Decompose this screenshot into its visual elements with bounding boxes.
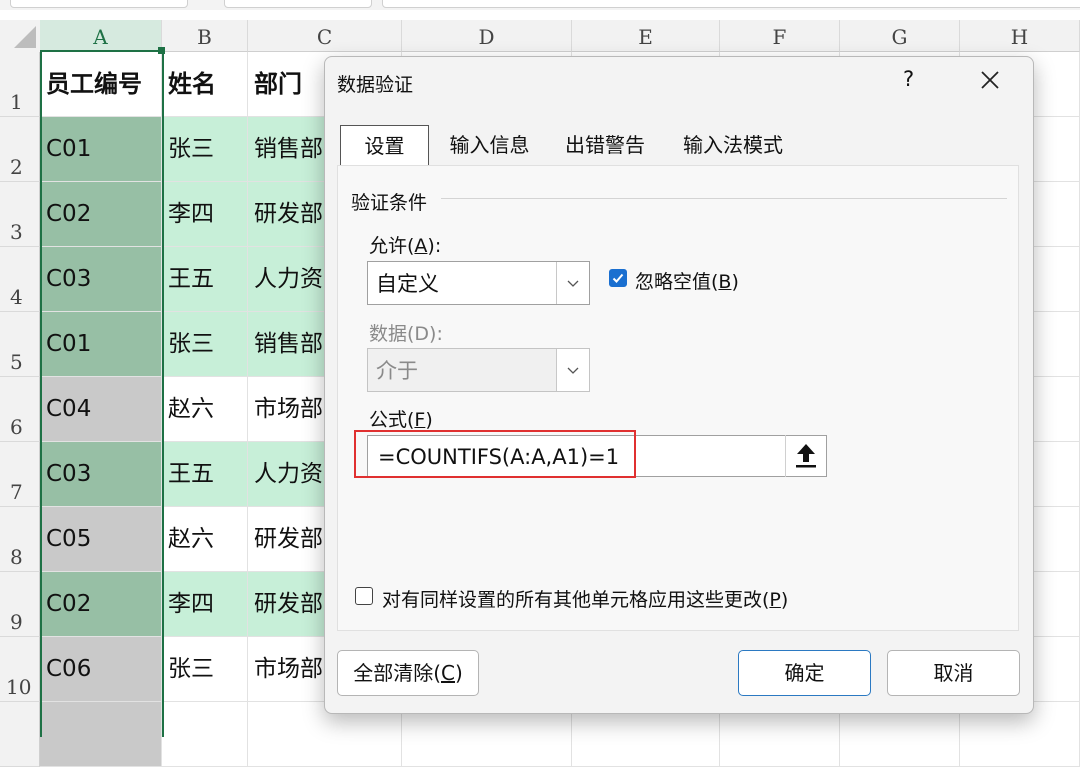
row-number: 5: [10, 350, 23, 374]
cell-a3[interactable]: C02: [40, 182, 162, 247]
row-header[interactable]: 5: [0, 312, 40, 377]
cell-b3[interactable]: 李四: [162, 182, 248, 247]
cell-b7[interactable]: 王五: [162, 442, 248, 507]
formula-input[interactable]: =COUNTIFS(A:A,A1)=1: [367, 435, 827, 477]
cell-b5[interactable]: 张三: [162, 312, 248, 377]
row-header[interactable]: 3: [0, 182, 40, 247]
ignore-blank-checkbox[interactable]: [609, 269, 627, 287]
column-header-a[interactable]: A: [40, 20, 162, 52]
cell-a1[interactable]: 员工编号: [40, 52, 162, 117]
row-number: 10: [6, 675, 32, 699]
chevron-down-icon: [556, 349, 589, 391]
name-box[interactable]: [10, 0, 188, 8]
data-label: 数据(D):: [369, 323, 443, 345]
allow-label: 允许(A):: [369, 235, 442, 257]
ok-button[interactable]: 确定: [738, 650, 871, 696]
cell-a4[interactable]: C03: [40, 247, 162, 312]
column-header-d[interactable]: D: [402, 20, 572, 52]
cell-b9[interactable]: 李四: [162, 572, 248, 637]
help-button[interactable]: ?: [903, 67, 914, 91]
row-header[interactable]: 7: [0, 442, 40, 507]
cell-b1[interactable]: 姓名: [162, 52, 248, 117]
cell-a11[interactable]: [40, 702, 162, 767]
validation-criteria-label: 验证条件: [351, 192, 428, 214]
tab-input-message[interactable]: 输入信息: [433, 125, 546, 165]
arrow-up-icon: [796, 444, 816, 468]
formula-label: 公式(F): [369, 409, 433, 431]
fill-handle[interactable]: [158, 47, 165, 54]
select-all-corner[interactable]: [0, 20, 40, 52]
apply-all-label: 对有同样设置的所有其他单元格应用这些更改(P): [382, 589, 789, 611]
cell-b2[interactable]: 张三: [162, 117, 248, 182]
cell-a5[interactable]: C01: [40, 312, 162, 377]
cell-a8[interactable]: C05: [40, 507, 162, 572]
tab-settings[interactable]: 设置: [340, 125, 429, 165]
row-number: 9: [10, 610, 23, 634]
row-number: 1: [10, 90, 23, 114]
collapse-dialog-button[interactable]: [785, 435, 827, 477]
cell-a2[interactable]: C01: [40, 117, 162, 182]
row-header[interactable]: 1: [0, 52, 40, 117]
row-header[interactable]: 4: [0, 247, 40, 312]
check-icon: [612, 273, 624, 283]
column-header-h[interactable]: H: [960, 20, 1080, 52]
formula-bar[interactable]: [382, 0, 1080, 8]
row-number: 6: [10, 415, 23, 439]
row-header[interactable]: 9: [0, 572, 40, 637]
cell-a10[interactable]: C06: [40, 637, 162, 702]
data-validation-dialog: 数据验证 ? 设置 输入信息 出错警告 输入法模式 验证条件 允许(A): 自定…: [324, 56, 1034, 714]
cell-b4[interactable]: 王五: [162, 247, 248, 312]
row-number: 8: [10, 545, 23, 569]
cancel-button[interactable]: 取消: [887, 650, 1020, 696]
row-header[interactable]: 10: [0, 637, 40, 702]
row-header[interactable]: [0, 702, 40, 767]
cell-b8[interactable]: 赵六: [162, 507, 248, 572]
data-select: 介于: [367, 348, 590, 392]
apply-all-checkbox[interactable]: [355, 587, 373, 605]
data-select-value: 介于: [376, 359, 418, 383]
dialog-title: 数据验证: [337, 74, 414, 96]
row-number: 3: [10, 220, 23, 244]
column-header-c[interactable]: C: [248, 20, 402, 52]
row-header[interactable]: 2: [0, 117, 40, 182]
column-header-e[interactable]: E: [572, 20, 720, 52]
clear-all-button[interactable]: 全部清除(C): [337, 650, 479, 696]
cell-b10[interactable]: 张三: [162, 637, 248, 702]
tab-ime-mode[interactable]: 输入法模式: [665, 125, 801, 165]
cell-a7[interactable]: C03: [40, 442, 162, 507]
row-header[interactable]: 6: [0, 377, 40, 442]
tab-error-alert[interactable]: 出错警告: [549, 125, 661, 165]
cell-b6[interactable]: 赵六: [162, 377, 248, 442]
allow-select[interactable]: 自定义: [367, 261, 590, 305]
close-button[interactable]: [975, 65, 1005, 95]
column-header-g[interactable]: G: [840, 20, 960, 52]
cell-a6[interactable]: C04: [40, 377, 162, 442]
group-divider: [441, 198, 1007, 199]
row-number: 7: [10, 480, 23, 504]
row-header[interactable]: 8: [0, 507, 40, 572]
row-number: 2: [10, 155, 23, 179]
column-header-f[interactable]: F: [720, 20, 840, 52]
cell-b11[interactable]: [162, 702, 248, 767]
top-toolbar-strip: [0, 0, 1080, 10]
ignore-blank-label: 忽略空值(B): [635, 271, 739, 293]
formula-functions-box[interactable]: [224, 0, 372, 8]
allow-select-value: 自定义: [376, 272, 439, 296]
row-number: 4: [10, 285, 23, 309]
column-header-b[interactable]: B: [162, 20, 248, 52]
close-icon: [981, 71, 999, 89]
cell-a9[interactable]: C02: [40, 572, 162, 637]
chevron-down-icon[interactable]: [556, 262, 589, 304]
